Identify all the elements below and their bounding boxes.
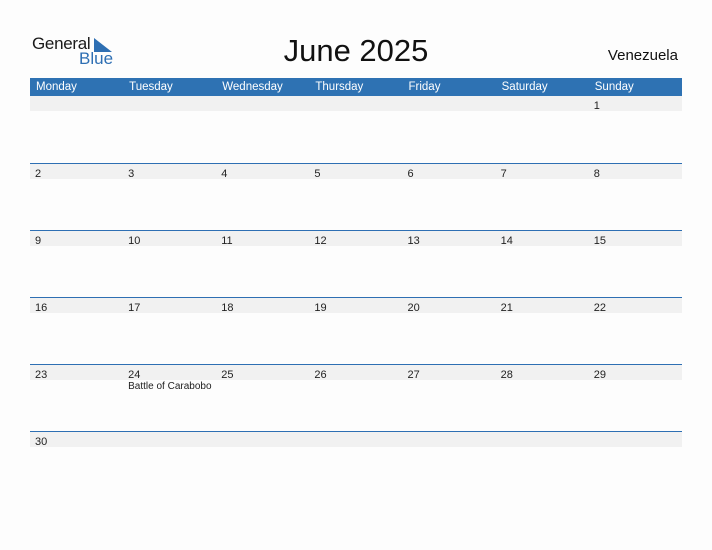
day-cell <box>216 432 309 447</box>
day-cell: 13 <box>403 231 496 247</box>
day-number: 28 <box>500 369 513 381</box>
day-number-strip: 30 <box>30 432 682 448</box>
day-number-strip: 16 17 18 19 20 21 22 <box>30 298 682 314</box>
day-cell: 17 <box>123 298 216 314</box>
weekday-sunday: Sunday <box>594 81 634 93</box>
day-cell: 15 <box>589 231 682 247</box>
day-cell: 2 <box>30 164 123 180</box>
day-cell <box>589 432 682 447</box>
day-number: 27 <box>407 369 420 381</box>
day-number: 25 <box>221 369 234 381</box>
weekday-tuesday: Tuesday <box>129 81 173 93</box>
day-cell: 12 <box>309 231 402 247</box>
day-number: 7 <box>500 168 507 180</box>
week-row: 2 3 4 5 6 7 8 <box>30 163 682 230</box>
day-cell: 22 <box>589 298 682 314</box>
day-number: 17 <box>128 302 141 314</box>
day-number: 15 <box>593 235 606 247</box>
day-cell: 24 Battle of Carabobo <box>123 365 216 392</box>
calendar-grid: Monday Tuesday Wednesday Thursday Friday… <box>30 78 682 498</box>
country-label: Venezuela <box>607 47 678 64</box>
day-number: 21 <box>500 302 513 314</box>
day-number: 19 <box>314 302 327 314</box>
day-number-strip: 23 24 Battle of Carabobo 25 26 27 28 29 <box>30 365 682 392</box>
day-number: 29 <box>593 369 606 381</box>
weekday-monday: Monday <box>36 81 77 93</box>
day-cell <box>403 432 496 447</box>
day-cell: 7 <box>496 164 589 180</box>
day-cell: 25 <box>216 365 309 381</box>
day-cell: 1 <box>589 96 682 112</box>
day-cell: 29 <box>589 365 682 381</box>
day-cell: 21 <box>496 298 589 314</box>
day-number: 1 <box>593 100 600 112</box>
day-cell: 18 <box>216 298 309 314</box>
day-number-strip: 2 3 4 5 6 7 8 <box>30 164 682 180</box>
day-cell: 4 <box>216 164 309 180</box>
week-row: 30 <box>30 431 682 498</box>
day-number: 4 <box>221 168 228 180</box>
calendar-title: June 2025 <box>283 33 429 68</box>
day-number: 23 <box>35 369 48 381</box>
day-number: 9 <box>35 235 42 247</box>
day-cell <box>216 96 309 111</box>
day-cell: 16 <box>30 298 123 314</box>
day-number: 3 <box>128 168 135 180</box>
holiday-label: Battle of Carabobo <box>128 381 212 392</box>
day-number: 24 <box>128 369 141 381</box>
day-number: 8 <box>593 168 600 180</box>
day-cell: 23 <box>30 365 123 381</box>
day-cell: 19 <box>309 298 402 314</box>
day-cell <box>309 432 402 447</box>
day-cell: 28 <box>496 365 589 381</box>
day-number-strip: 9 10 11 12 13 14 15 <box>30 231 682 247</box>
day-number: 26 <box>314 369 327 381</box>
day-cell: 6 <box>403 164 496 180</box>
day-number: 5 <box>314 168 321 180</box>
weekday-header: Monday Tuesday Wednesday Thursday Friday… <box>30 78 682 96</box>
day-cell: 10 <box>123 231 216 247</box>
weekday-saturday: Saturday <box>501 81 548 93</box>
day-number: 11 <box>221 235 233 247</box>
day-number: 14 <box>500 235 513 247</box>
day-number: 18 <box>221 302 234 314</box>
weekday-friday: Friday <box>408 81 441 93</box>
day-number: 22 <box>593 302 606 314</box>
day-cell: 20 <box>403 298 496 314</box>
day-number: 2 <box>35 168 42 180</box>
day-cell: 5 <box>309 164 402 180</box>
day-cell: 14 <box>496 231 589 247</box>
day-cell <box>30 96 123 111</box>
day-cell <box>496 432 589 447</box>
day-cell: 26 <box>309 365 402 381</box>
weekday-thursday: Thursday <box>315 81 364 93</box>
day-cell <box>403 96 496 111</box>
week-row: 23 24 Battle of Carabobo 25 26 27 28 29 <box>30 364 682 431</box>
day-number: 6 <box>407 168 414 180</box>
day-number: 12 <box>314 235 327 247</box>
week-row: 1 <box>30 96 682 163</box>
day-cell <box>123 432 216 447</box>
day-cell: 8 <box>589 164 682 180</box>
day-cell <box>123 96 216 111</box>
day-number: 16 <box>35 302 48 314</box>
day-number: 30 <box>35 436 48 448</box>
day-number: 13 <box>407 235 420 247</box>
day-number: 20 <box>407 302 420 314</box>
day-cell: 9 <box>30 231 123 247</box>
day-number-strip: 1 <box>30 96 682 112</box>
day-cell: 27 <box>403 365 496 381</box>
day-number: 10 <box>128 235 141 247</box>
weekday-wednesday: Wednesday <box>222 81 283 93</box>
day-cell <box>309 96 402 111</box>
day-cell <box>496 96 589 111</box>
week-row: 16 17 18 19 20 21 22 <box>30 297 682 364</box>
week-row: 9 10 11 12 13 14 15 <box>30 230 682 297</box>
day-cell: 11 <box>216 231 309 247</box>
day-cell: 3 <box>123 164 216 180</box>
day-cell: 30 <box>30 432 123 448</box>
